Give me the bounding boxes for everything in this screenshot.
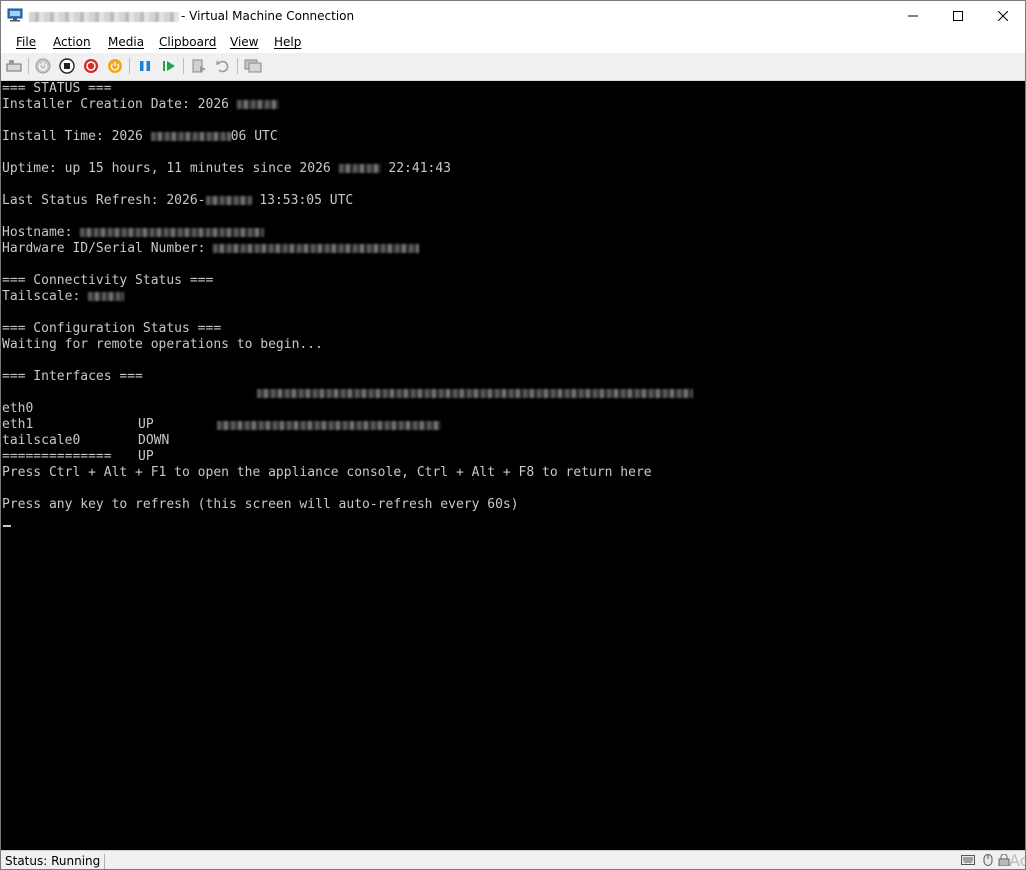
menu-file[interactable]: File [16, 35, 36, 49]
vm-connection-app-icon [7, 8, 23, 22]
stop-icon [59, 58, 75, 74]
interface-state: DOWN [138, 433, 170, 448]
interface-row: eth1 DOWN [2, 401, 1002, 448]
toolbar-separator [183, 58, 184, 74]
hostname-label: Hostname: [2, 225, 73, 240]
mouse-icon [983, 854, 993, 866]
revert-icon [216, 60, 229, 73]
console-connectivity-header: === Connectivity Status === [2, 273, 214, 288]
toolbar-separator [237, 58, 238, 74]
menu-media[interactable]: Media [108, 35, 144, 49]
toolbar-separator [28, 58, 29, 74]
uptime-label: Uptime: up 15 hours, 11 minutes since 20… [2, 161, 331, 176]
vm-status-text: Status: Running [5, 854, 106, 869]
console-hardware-id: Hardware ID/Serial Number: [2, 241, 420, 257]
minimize-button[interactable] [890, 1, 936, 31]
menu-bar: File Action Media Clipboard View Help [1, 32, 1025, 52]
pause-button[interactable] [136, 57, 154, 75]
play-icon [163, 61, 175, 71]
console-cursor [3, 525, 11, 527]
redacted-value [205, 196, 252, 205]
turn-off-button[interactable] [58, 57, 76, 75]
console-tailscale: Tailscale: [2, 289, 125, 305]
start-button[interactable] [34, 57, 52, 75]
shutdown-icon [84, 59, 98, 73]
redacted-value [338, 164, 381, 173]
enhanced-session-icon [244, 59, 262, 73]
window-title: - Virtual Machine Connection [29, 9, 354, 23]
redacted-value [257, 389, 693, 398]
maximize-icon [953, 11, 963, 21]
interface-row: eth0 UP [2, 385, 1002, 432]
redacted-value [80, 228, 265, 237]
toolbar-separator [129, 58, 130, 74]
install-time-suffix: 06 UTC [230, 129, 278, 144]
checkpoint-button[interactable] [190, 57, 208, 75]
interface-state: UP [138, 449, 154, 464]
console-install-time: Install Time: 2026 06 UTC [2, 129, 278, 145]
uptime-time: 22:41:43 [388, 161, 452, 176]
enhanced-session-button[interactable] [244, 57, 262, 75]
console-hostname: Hostname: [2, 225, 265, 241]
console-last-refresh: Last Status Refresh: 2026- 13:53:05 UTC [2, 193, 353, 209]
minimize-icon [908, 15, 918, 17]
console-waiting-message: Waiting for remote operations to begin..… [2, 337, 323, 352]
close-icon [998, 11, 1008, 21]
power-start-icon [35, 58, 51, 74]
last-refresh-time: 13:53:05 UTC [259, 193, 354, 208]
ctrl-alt-del-icon [6, 60, 22, 72]
redacted-vm-name [29, 11, 179, 22]
redacted-value [88, 292, 125, 301]
title-bar[interactable]: - Virtual Machine Connection [1, 1, 1025, 31]
interface-name: tailscale0 [2, 433, 81, 448]
resume-button[interactable] [160, 57, 178, 75]
close-button[interactable] [980, 1, 1025, 31]
shut-down-button[interactable] [82, 57, 100, 75]
menu-action[interactable]: Action [53, 35, 91, 49]
vm-connection-window: - Virtual Machine Connection File Action… [0, 0, 1026, 870]
console-interfaces-header: === Interfaces === [2, 369, 143, 384]
console-refresh-hint: Press any key to refresh (this screen wi… [2, 497, 519, 512]
last-refresh-label: Last Status Refresh: 2026- [2, 193, 206, 208]
install-time-label: Install Time: 2026 [2, 129, 143, 144]
console-status-header: === STATUS === [2, 81, 112, 96]
console-hotkey-hint: Press Ctrl + Alt + F1 to open the applia… [2, 465, 652, 480]
maximize-button[interactable] [935, 1, 981, 31]
revert-button[interactable] [214, 57, 232, 75]
toolbar [1, 53, 1025, 81]
checkpoint-icon [192, 59, 206, 73]
tailscale-label: Tailscale: [2, 289, 81, 304]
save-button[interactable] [106, 57, 124, 75]
console-installer-date: Installer Creation Date: 2026 [2, 97, 279, 113]
interface-row: tailscale0 UP [2, 417, 1002, 464]
hardware-id-label: Hardware ID/Serial Number: [2, 241, 206, 256]
redacted-value [150, 132, 231, 141]
ctrl-alt-del-button[interactable] [5, 57, 23, 75]
installer-date-label: Installer Creation Date: 2026 [2, 97, 229, 112]
menu-clipboard[interactable]: Clipboard [159, 35, 216, 49]
redacted-value [217, 421, 441, 430]
status-bar: Status: Running Act [1, 850, 1025, 870]
redacted-value [236, 100, 279, 109]
menu-view[interactable]: View [230, 35, 258, 49]
console-uptime: Uptime: up 15 hours, 11 minutes since 20… [2, 161, 451, 177]
activation-watermark: Act [1009, 851, 1025, 870]
vm-console-screen[interactable]: === STATUS === Installer Creation Date: … [1, 81, 1025, 850]
menu-help[interactable]: Help [274, 35, 301, 49]
redacted-value [213, 244, 420, 253]
save-state-icon [108, 59, 122, 73]
pause-icon [140, 61, 150, 71]
console-configuration-header: === Configuration Status === [2, 321, 222, 336]
console-divider: ============== [2, 449, 112, 464]
keyboard-icon [961, 855, 975, 865]
